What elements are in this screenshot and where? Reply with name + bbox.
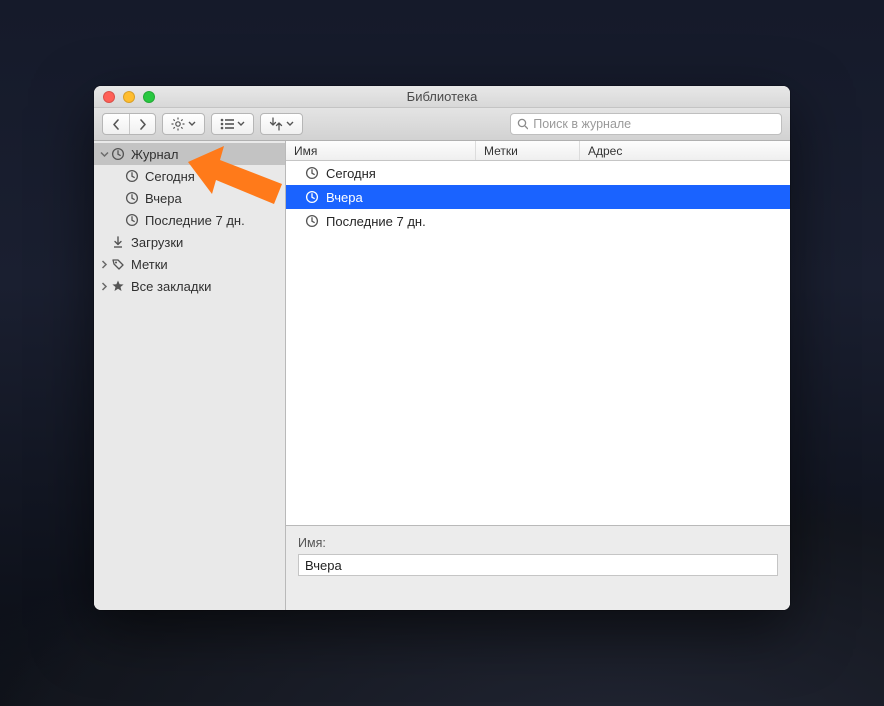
sidebar-item-label: Метки bbox=[131, 257, 168, 272]
sidebar-item-1[interactable]: Сегодня bbox=[94, 165, 285, 187]
detail-panel: Имя: bbox=[286, 525, 790, 610]
table-row[interactable]: Сегодня bbox=[286, 161, 790, 185]
clock-icon bbox=[304, 213, 320, 229]
sidebar-item-5[interactable]: Метки bbox=[94, 253, 285, 275]
sidebar-item-3[interactable]: Последние 7 дн. bbox=[94, 209, 285, 231]
sidebar-item-6[interactable]: Все закладки bbox=[94, 275, 285, 297]
sidebar-item-4[interactable]: Загрузки bbox=[94, 231, 285, 253]
chevron-down-icon bbox=[286, 121, 294, 127]
clock-icon bbox=[124, 168, 140, 184]
tag-icon bbox=[110, 256, 126, 272]
sidebar-item-label: Журнал bbox=[131, 147, 178, 162]
clock-icon bbox=[304, 165, 320, 181]
window-controls bbox=[103, 91, 155, 103]
clock-icon bbox=[124, 212, 140, 228]
chevron-right-icon bbox=[138, 119, 147, 130]
window-title: Библиотека bbox=[407, 89, 478, 104]
clock-icon bbox=[110, 146, 126, 162]
list-icon bbox=[220, 118, 234, 130]
row-name: Вчера bbox=[326, 190, 363, 205]
zoom-window-button[interactable] bbox=[143, 91, 155, 103]
column-header-tags[interactable]: Метки bbox=[476, 141, 580, 160]
back-button[interactable] bbox=[103, 114, 129, 134]
sidebar-item-label: Вчера bbox=[145, 191, 182, 206]
library-window: Библиотека bbox=[94, 86, 790, 610]
table-header: Имя Метки Адрес bbox=[286, 141, 790, 161]
search-icon bbox=[517, 118, 528, 130]
table-row[interactable]: Вчера bbox=[286, 185, 790, 209]
detail-name-label: Имя: bbox=[298, 536, 778, 550]
sidebar-item-2[interactable]: Вчера bbox=[94, 187, 285, 209]
download-icon bbox=[110, 234, 126, 250]
close-window-button[interactable] bbox=[103, 91, 115, 103]
chevron-left-icon bbox=[112, 119, 121, 130]
forward-button[interactable] bbox=[129, 114, 155, 134]
import-export-menu-button[interactable] bbox=[260, 113, 303, 135]
sidebar-item-label: Последние 7 дн. bbox=[145, 213, 245, 228]
sidebar-item-0[interactable]: Журнал bbox=[94, 143, 285, 165]
nav-segment bbox=[102, 113, 156, 135]
star-icon bbox=[110, 278, 126, 294]
minimize-window-button[interactable] bbox=[123, 91, 135, 103]
clock-icon bbox=[304, 189, 320, 205]
gear-icon bbox=[171, 117, 185, 131]
chevron-down-icon bbox=[188, 121, 196, 127]
search-field[interactable] bbox=[510, 113, 782, 135]
clock-icon bbox=[124, 190, 140, 206]
sidebar-item-label: Сегодня bbox=[145, 169, 195, 184]
detail-name-input[interactable] bbox=[298, 554, 778, 576]
table-body[interactable]: Сегодня Вчера Последние 7 дн. bbox=[286, 161, 790, 525]
toolbar bbox=[94, 108, 790, 141]
views-menu-button[interactable] bbox=[211, 113, 254, 135]
disclosure-open-icon[interactable] bbox=[98, 150, 110, 159]
row-name: Сегодня bbox=[326, 166, 376, 181]
disclosure-closed-icon[interactable] bbox=[98, 282, 110, 291]
sidebar-item-label: Загрузки bbox=[131, 235, 183, 250]
sidebar-item-label: Все закладки bbox=[131, 279, 211, 294]
main-panel: Имя Метки Адрес Сегодня Вчера Последние 7 … bbox=[286, 141, 790, 610]
import-export-icon bbox=[269, 117, 283, 131]
table-row[interactable]: Последние 7 дн. bbox=[286, 209, 790, 233]
disclosure-closed-icon[interactable] bbox=[98, 260, 110, 269]
search-input[interactable] bbox=[533, 117, 775, 131]
column-header-address[interactable]: Адрес bbox=[580, 141, 790, 160]
sidebar: Журнал Сегодня Вчера Последние 7 дн. Загрузк… bbox=[94, 141, 286, 610]
chevron-down-icon bbox=[237, 121, 245, 127]
column-header-name[interactable]: Имя bbox=[286, 141, 476, 160]
organize-menu-button[interactable] bbox=[162, 113, 205, 135]
row-name: Последние 7 дн. bbox=[326, 214, 426, 229]
titlebar: Библиотека bbox=[94, 86, 790, 108]
